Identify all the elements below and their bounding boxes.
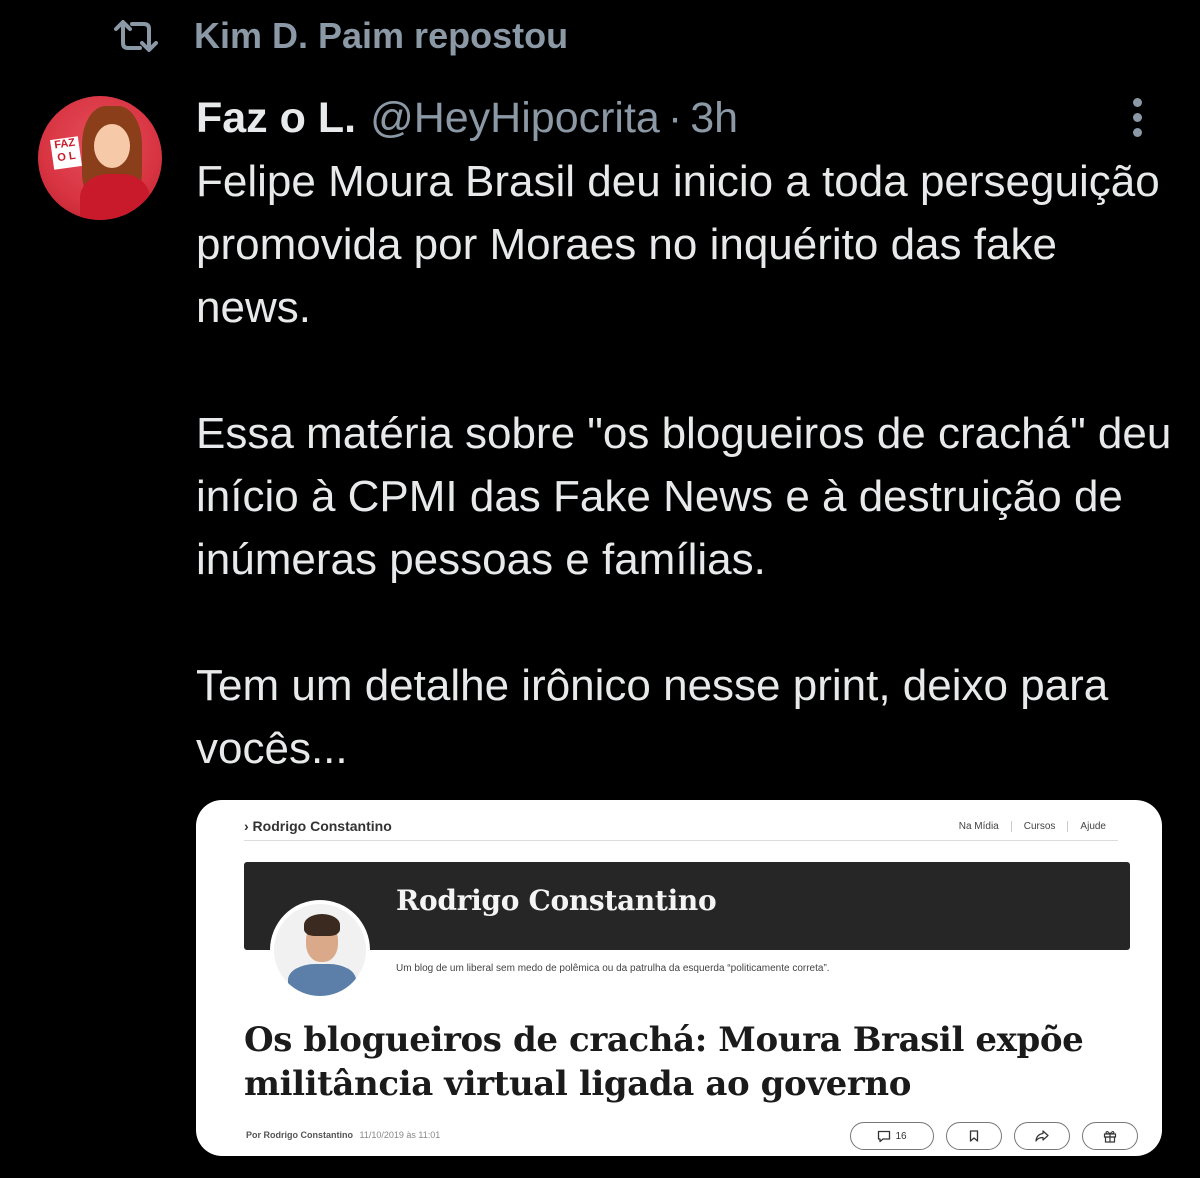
article-nav: Na Mídia Cursos Ajude	[947, 820, 1118, 832]
attached-image[interactable]: › Rodrigo Constantino Na Mídia Cursos Aj…	[196, 800, 1162, 1156]
byline-date: 11/10/2019 às 11:01	[359, 1130, 441, 1140]
comment-button: 16	[850, 1122, 934, 1150]
article-headline: Os blogueiros de crachá: Moura Brasil ex…	[244, 1020, 1084, 1104]
avatar-face	[94, 124, 130, 168]
gift-icon	[1103, 1129, 1117, 1143]
share-button	[1014, 1122, 1070, 1150]
avatar-body	[80, 174, 150, 220]
breadcrumb: › Rodrigo Constantino	[244, 818, 392, 834]
article-byline: Por Rodrigo Constantino 11/10/2019 às 11…	[246, 1130, 440, 1140]
nav-link: Na Mídia	[958, 820, 999, 832]
byline-author: Por Rodrigo Constantino	[246, 1130, 353, 1140]
repost-label: Kim D. Paim repostou	[194, 15, 569, 56]
timestamp[interactable]: 3h	[690, 94, 738, 143]
display-name[interactable]: Faz o L.	[196, 94, 356, 143]
article-actions: 16	[850, 1122, 1138, 1150]
nav-link: Cursos	[1010, 820, 1068, 832]
blog-title: Rodrigo Constantino	[396, 884, 717, 917]
bookmark-button	[946, 1122, 1002, 1150]
repost-icon	[112, 14, 160, 58]
repost-indicator[interactable]: Kim D. Paim repostou	[112, 14, 568, 58]
separator: ·	[667, 93, 683, 142]
comment-count: 16	[895, 1130, 907, 1142]
nav-link: Ajude	[1067, 820, 1118, 832]
article-topnav: › Rodrigo Constantino Na Mídia Cursos Aj…	[244, 812, 1118, 841]
gift-button	[1082, 1122, 1138, 1150]
tweet-text: Felipe Moura Brasil deu inicio a toda pe…	[196, 150, 1176, 780]
avatar-sign: FAZ O L	[50, 136, 82, 170]
more-vertical-icon[interactable]	[1124, 98, 1150, 142]
tweet-paragraph: Felipe Moura Brasil deu inicio a toda pe…	[196, 157, 1160, 332]
avatar[interactable]: FAZ O L	[38, 96, 162, 220]
blog-tagline: Um blog de um liberal sem medo de polêmi…	[396, 963, 830, 974]
bookmark-icon	[969, 1130, 979, 1142]
tweet-paragraph: Essa matéria sobre "os blogueiros de cra…	[196, 409, 1172, 584]
share-icon	[1035, 1130, 1049, 1142]
user-handle[interactable]: @HeyHipocrita	[370, 94, 660, 143]
tweet-paragraph: Tem um detalhe irônico nesse print, deix…	[196, 661, 1109, 773]
tweet-header: Faz o L. @HeyHipocrita · 3h	[196, 92, 738, 144]
blog-banner: Rodrigo Constantino	[244, 862, 1130, 950]
author-photo	[270, 900, 370, 1000]
comment-icon	[877, 1130, 891, 1143]
